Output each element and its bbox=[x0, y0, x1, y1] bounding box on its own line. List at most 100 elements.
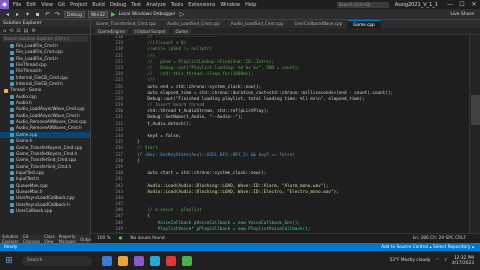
minimize-button[interactable]: — bbox=[444, 1, 456, 8]
menu-file[interactable]: File bbox=[13, 2, 21, 8]
folder-icon[interactable] bbox=[118, 255, 128, 266]
menu-bar: File Edit View Git Project Build Debug T… bbox=[9, 2, 256, 8]
visual-studio-icon[interactable] bbox=[134, 255, 144, 266]
start-debug-icon[interactable]: ▶ bbox=[111, 11, 116, 18]
menu-build[interactable]: Build bbox=[92, 2, 105, 8]
maximize-button[interactable]: ☐ bbox=[456, 1, 468, 8]
cpp-file-icon bbox=[10, 107, 14, 112]
new-file-icon[interactable]: ✦ bbox=[24, 11, 31, 18]
volume-icon[interactable]: ♪ bbox=[444, 258, 447, 263]
edge-browser-icon[interactable] bbox=[150, 255, 160, 266]
save-icon[interactable]: ▪ bbox=[34, 11, 41, 18]
solution-explorer-title: Solution Explorer bbox=[0, 20, 90, 27]
menu-window[interactable]: Window bbox=[220, 2, 240, 8]
cpp-file-icon bbox=[10, 120, 14, 125]
solution-name: Assig2021_V_1_1 bbox=[394, 1, 438, 8]
properties-icon[interactable]: ⚙ bbox=[31, 28, 35, 34]
tab-file[interactable]: Game_TransferSnd_Cmd.cpp bbox=[91, 20, 163, 28]
cpp-file-icon bbox=[10, 94, 14, 99]
search-input[interactable]: Search (Ctrl+Q) bbox=[336, 1, 389, 8]
sidebar-bottom-tabs: Solution Explorer Git Changes Class View… bbox=[0, 234, 94, 244]
forward-icon[interactable]: ▸ bbox=[14, 11, 21, 18]
cpp-file-icon bbox=[10, 132, 14, 137]
menu-tools[interactable]: Tools bbox=[171, 2, 183, 8]
menu-view[interactable]: View bbox=[41, 2, 53, 8]
show-all-files-icon[interactable]: ▤ bbox=[24, 28, 29, 34]
cpp-file-icon bbox=[10, 202, 14, 207]
menu-help[interactable]: Help bbox=[245, 2, 256, 8]
cpp-file-icon bbox=[10, 183, 14, 188]
member-dropdown[interactable]: Game bbox=[172, 28, 192, 34]
source-control-status[interactable]: Add to Source Control ▴ Select Repositor… bbox=[381, 245, 474, 250]
file-explorer-icon[interactable] bbox=[102, 255, 112, 266]
weather-widget[interactable]: 53°F Mostly cloudy bbox=[389, 258, 430, 263]
live-share-button[interactable]: Live Share bbox=[450, 12, 474, 17]
cpp-file-icon bbox=[10, 56, 14, 61]
solution-search-input[interactable]: Search Solution Explorer (Ctrl+;) bbox=[2, 36, 88, 42]
solution-explorer: Solution Explorer ⌂ ⟲ ⊟ ▤ ⚙ Search Solut… bbox=[0, 20, 91, 243]
project-dropdown[interactable]: GameEngine bbox=[95, 28, 128, 34]
title-bar: ◆ File Edit View Git Project Build Debug… bbox=[0, 0, 480, 9]
status-bar: Ready Add to Source Control ▴ Select Rep… bbox=[0, 243, 480, 251]
menu-project[interactable]: Project bbox=[70, 2, 87, 8]
folder-icon bbox=[4, 88, 8, 93]
tab-file[interactable]: Audio_LoadSnd_Cmd.cpp bbox=[226, 20, 290, 28]
menu-extensions[interactable]: Extensions bbox=[188, 2, 215, 8]
undo-icon[interactable]: ↶ bbox=[44, 11, 51, 18]
collapse-all-icon[interactable]: ⊟ bbox=[16, 28, 20, 34]
tab-file-active[interactable]: Game.cpp bbox=[348, 20, 381, 28]
cpp-file-icon bbox=[10, 50, 14, 55]
platform-dropdown[interactable]: Win32 bbox=[87, 10, 108, 18]
editor-status-bar: 100 % ● No issues found Ln: 286 Ch: 29 S… bbox=[91, 233, 480, 243]
cpp-file-icon bbox=[10, 113, 14, 118]
home-icon[interactable]: ⌂ bbox=[3, 28, 6, 34]
clock[interactable]: 12:32 PM 4/17/2023 bbox=[452, 256, 474, 266]
editor-tab-bar: Game_TransferSnd_Cmd.cpp Audio_LoadSnd_C… bbox=[91, 20, 480, 28]
cpp-file-icon bbox=[10, 69, 14, 74]
cpp-file-icon bbox=[10, 171, 14, 176]
issues-status[interactable]: No issues found bbox=[130, 236, 164, 241]
redo-icon[interactable]: ↷ bbox=[54, 11, 61, 18]
tab-file[interactable]: UserCallbackWave.cpp bbox=[290, 20, 349, 28]
scope-dropdown[interactable]: (Global Scope) bbox=[131, 28, 169, 34]
cpp-file-icon bbox=[10, 145, 14, 150]
chrome-browser-icon[interactable] bbox=[182, 255, 192, 266]
cpp-file-icon bbox=[10, 139, 14, 144]
windows-start-icon[interactable]: ⊞ bbox=[0, 256, 18, 266]
cursor-position: Ln: 286 Ch: 29 SPC CRLF bbox=[412, 236, 466, 241]
configuration-dropdown[interactable]: Debug bbox=[64, 10, 85, 18]
cpp-file-icon bbox=[10, 75, 14, 80]
tree-item-label: UserCallback.cpp bbox=[16, 207, 53, 213]
cpp-file-icon bbox=[10, 152, 14, 157]
file-tree: File_LoadFile_Cmd.h File_LoadFile_Cmd.cpp… bbox=[0, 43, 90, 214]
status-text: Ready bbox=[4, 244, 18, 250]
cpp-file-icon bbox=[10, 44, 14, 49]
windows-taskbar: ⊞ Search 53°F Mostly cloudy ◠ ♪ 12:32 PM… bbox=[0, 251, 480, 270]
cpp-file-icon bbox=[10, 101, 14, 106]
sync-icon[interactable]: ⟲ bbox=[9, 28, 13, 34]
menu-test[interactable]: Test bbox=[131, 2, 141, 8]
cpp-file-icon bbox=[10, 177, 14, 182]
menu-edit[interactable]: Edit bbox=[26, 2, 36, 8]
tab-file[interactable]: Audio_LoadSnd_Cmd.cpp bbox=[162, 20, 226, 28]
system-tray: 53°F Mostly cloudy ◠ ♪ 12:32 PM 4/17/202… bbox=[389, 256, 474, 266]
menu-debug[interactable]: Debug bbox=[110, 2, 126, 8]
toolbar: ◂ ▸ ✦ ▪ ↶ ↷ Debug Win32 ▶ Local Windows … bbox=[0, 9, 480, 20]
cpp-file-icon bbox=[10, 126, 14, 131]
run-without-debug-icon[interactable]: ▷ bbox=[179, 11, 186, 18]
tree-file[interactable]: UserCallback.cpp bbox=[0, 208, 90, 214]
media-app-icon[interactable] bbox=[166, 255, 176, 266]
wifi-icon[interactable]: ◠ bbox=[435, 258, 439, 263]
close-button[interactable]: ✕ bbox=[468, 1, 480, 8]
taskbar-apps bbox=[102, 255, 192, 266]
visual-studio-logo-icon: ◆ bbox=[0, 0, 9, 9]
start-debug-button[interactable]: Local Windows Debugger bbox=[119, 12, 176, 17]
menu-git[interactable]: Git bbox=[58, 2, 65, 8]
taskbar-search-input[interactable]: Search bbox=[22, 255, 92, 266]
back-icon[interactable]: ◂ bbox=[4, 11, 11, 18]
code-area[interactable]: 218 // ------------------------ 219 //if(… bbox=[91, 35, 480, 233]
zoom-level[interactable]: 100 % bbox=[97, 236, 111, 241]
cpp-file-icon bbox=[10, 209, 14, 214]
menu-analyze[interactable]: Analyze bbox=[146, 2, 166, 8]
editor-navigation-bar: GameEngine (Global Scope) Game bbox=[91, 28, 480, 35]
